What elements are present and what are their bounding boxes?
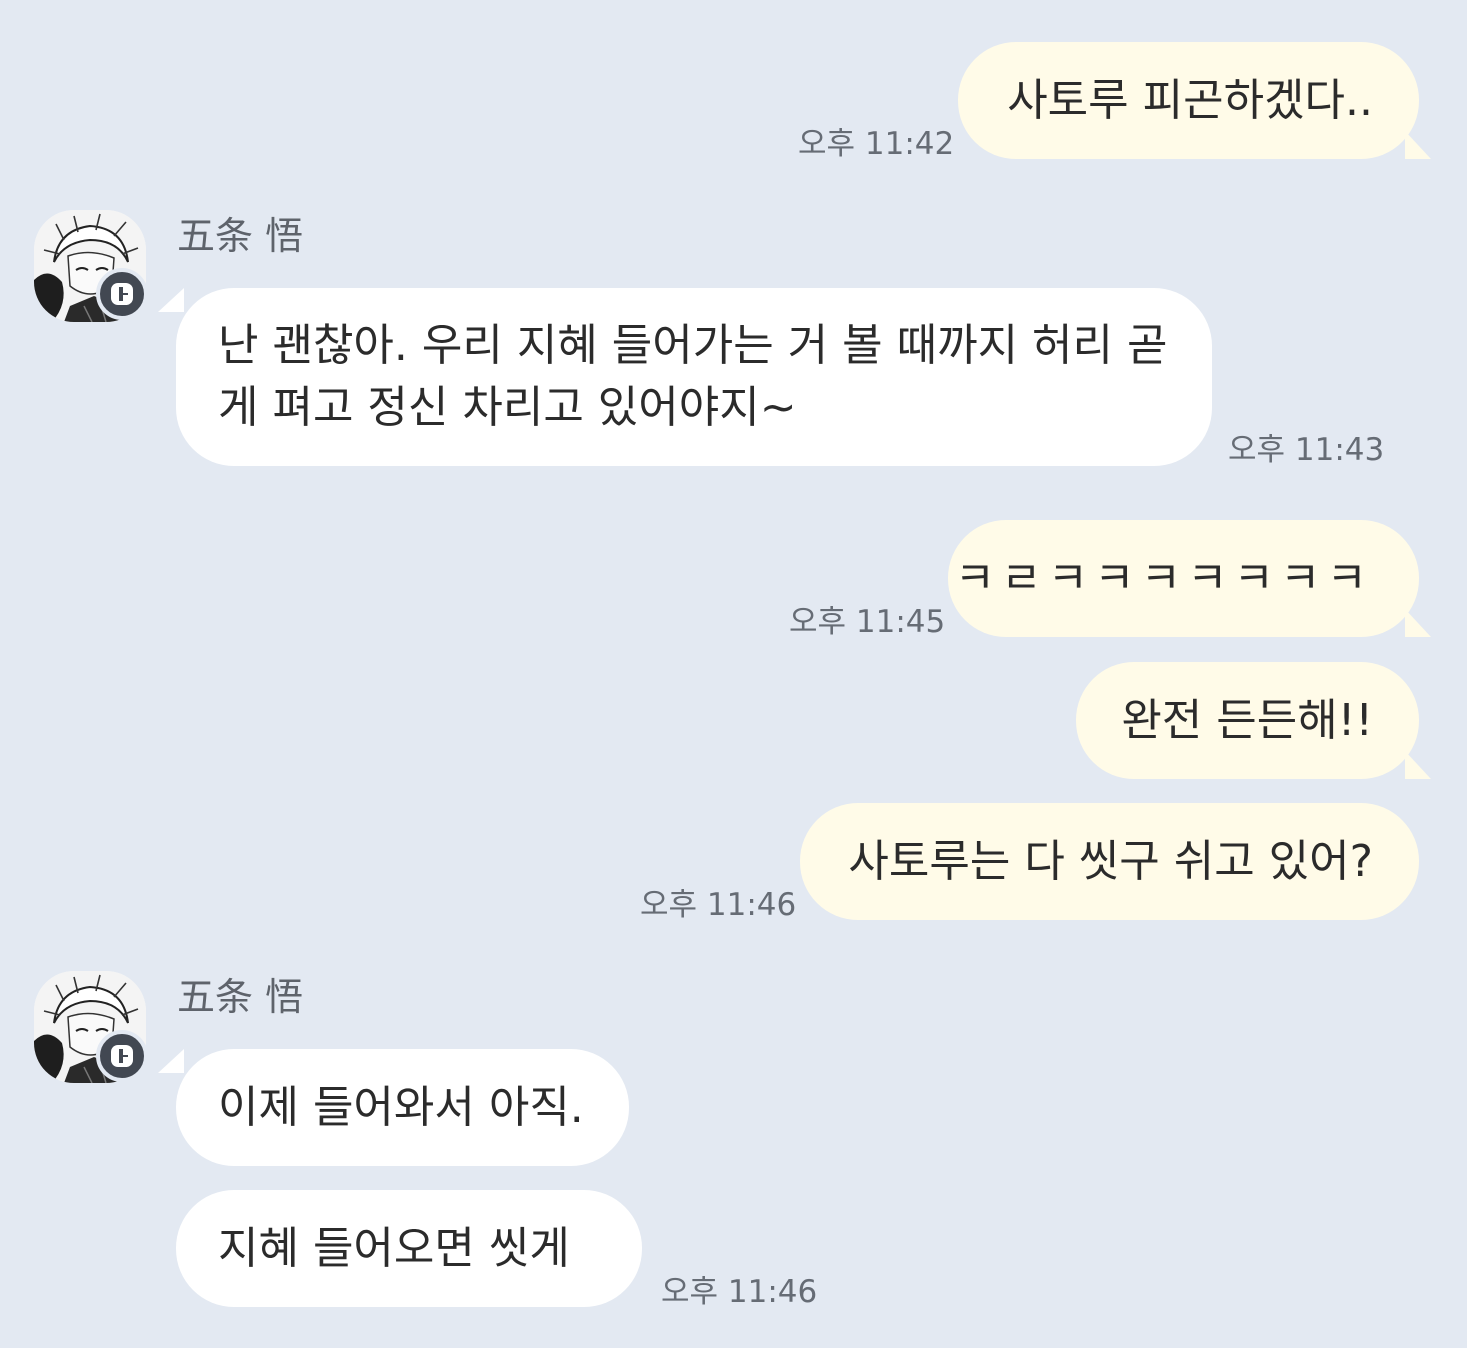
message-bubble-mine[interactable]: 완전 든든해!!: [1076, 662, 1419, 779]
bubble-tail: [1405, 609, 1431, 637]
message-text: 이제 들어와서 아직.: [218, 1081, 584, 1133]
bubble-tail: [1405, 751, 1431, 779]
message-time: 오후 11:45: [789, 604, 946, 640]
message-text-line-1: 난 괜찮아. 우리 지혜 들어가는 거 볼 때까지 허리 곧: [218, 320, 1168, 371]
message-time: 오후 11:46: [661, 1274, 818, 1310]
chat-badge-icon: [96, 1030, 148, 1082]
sender-name: 五条 悟: [177, 975, 304, 1019]
message-text: 사토루 피곤하겠다..: [1007, 74, 1373, 126]
message-time: 오후 11:46: [640, 887, 797, 923]
message-text: 완전 든든해!!: [1121, 694, 1373, 746]
message-text: ㅋㄹㅋㅋㅋㅋㅋㅋㅋ: [954, 552, 1373, 604]
bubble-tail: [158, 288, 184, 312]
bubble-tail: [158, 1049, 184, 1073]
message-text: 지혜 들어오면 씻게: [218, 1222, 570, 1274]
message-time: 오후 11:42: [798, 126, 955, 162]
chat-badge-icon: [96, 268, 148, 320]
message-bubble-other[interactable]: 이제 들어와서 아직.: [176, 1049, 629, 1166]
message-bubble-other[interactable]: 난 괜찮아. 우리 지혜 들어가는 거 볼 때까지 허리 곧 게 펴고 정신 차…: [176, 288, 1212, 466]
bubble-tail: [1405, 131, 1431, 159]
message-bubble-mine[interactable]: 사토루 피곤하겠다..: [958, 42, 1419, 159]
sender-name: 五条 悟: [177, 214, 304, 258]
message-bubble-mine[interactable]: 사토루는 다 씻구 쉬고 있어?: [800, 803, 1419, 920]
message-text-line-2: 게 펴고 정신 차리고 있어야지~: [218, 382, 797, 433]
message-text: 사토루는 다 씻구 쉬고 있어?: [848, 835, 1373, 887]
message-bubble-other[interactable]: 지혜 들어오면 씻게: [176, 1190, 642, 1307]
message-time: 오후 11:43: [1228, 432, 1385, 468]
message-bubble-mine[interactable]: ㅋㄹㅋㅋㅋㅋㅋㅋㅋ: [948, 520, 1419, 637]
